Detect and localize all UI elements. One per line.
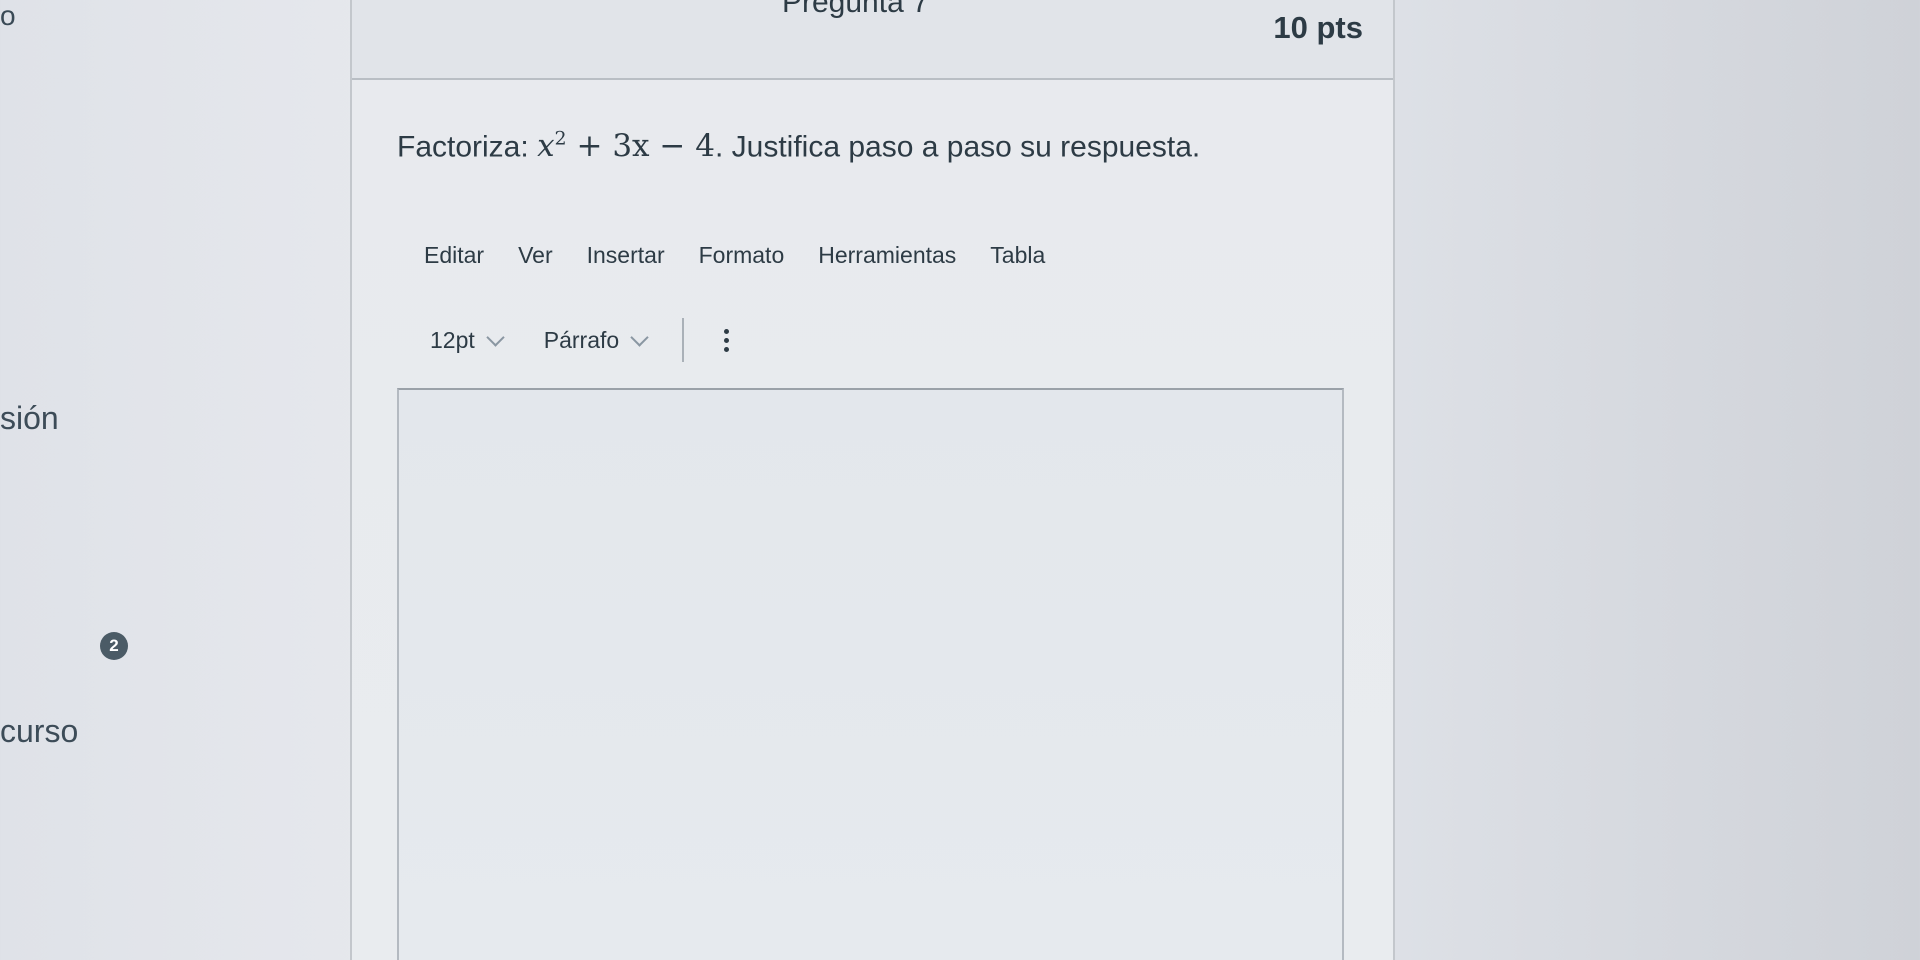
- right-background: [1395, 0, 1920, 960]
- sidebar-item-curso[interactable]: curso: [0, 713, 78, 750]
- menu-formato[interactable]: Formato: [682, 242, 802, 269]
- menu-ver[interactable]: Ver: [501, 242, 570, 269]
- editor-toolbar: 12pt Párrafo: [430, 318, 735, 362]
- menu-herramientas[interactable]: Herramientas: [801, 242, 973, 269]
- menu-insertar[interactable]: Insertar: [570, 242, 682, 269]
- font-size-value: 12pt: [430, 326, 475, 353]
- question-header: Pregunta 7 10 pts: [352, 0, 1393, 80]
- sidebar-item-sesion[interactable]: sión: [0, 400, 59, 437]
- font-size-select[interactable]: 12pt: [430, 326, 505, 354]
- more-options-icon[interactable]: [718, 327, 735, 354]
- prompt-suffix: Justifica paso a paso su respuesta.: [731, 130, 1201, 164]
- question-panel: Pregunta 7 10 pts Factoriza: x2 + 3x − 4…: [350, 0, 1395, 960]
- chevron-down-icon: [486, 327, 505, 347]
- block-format-select[interactable]: Párrafo: [543, 326, 649, 354]
- question-title: Pregunta 7: [782, 0, 929, 19]
- sidebar-top-text: o: [0, 0, 16, 31]
- notification-badge: 2: [100, 632, 128, 660]
- question-prompt: Factoriza: x2 + 3x − 4. Justifica paso a…: [397, 128, 1200, 164]
- menu-tabla[interactable]: Tabla: [973, 242, 1062, 269]
- question-points: 10 pts: [1273, 10, 1363, 45]
- math-base: x: [537, 128, 555, 165]
- editor-menubar: Editar Ver Insertar Formato Herramientas…: [424, 242, 1062, 269]
- menu-editar[interactable]: Editar: [424, 242, 501, 269]
- block-format-value: Párrafo: [543, 326, 620, 353]
- toolbar-divider: [682, 318, 685, 362]
- prompt-prefix: Factoriza:: [397, 130, 529, 164]
- left-sidebar: o sión 2 curso: [0, 0, 350, 960]
- chevron-down-icon: [630, 327, 649, 347]
- math-expression: x2 + 3x − 4: [537, 128, 715, 164]
- editor-content-area[interactable]: [397, 388, 1344, 960]
- math-exponent: 2: [554, 128, 567, 150]
- math-rest: + 3x − 4: [576, 128, 715, 165]
- math-period: .: [714, 130, 724, 164]
